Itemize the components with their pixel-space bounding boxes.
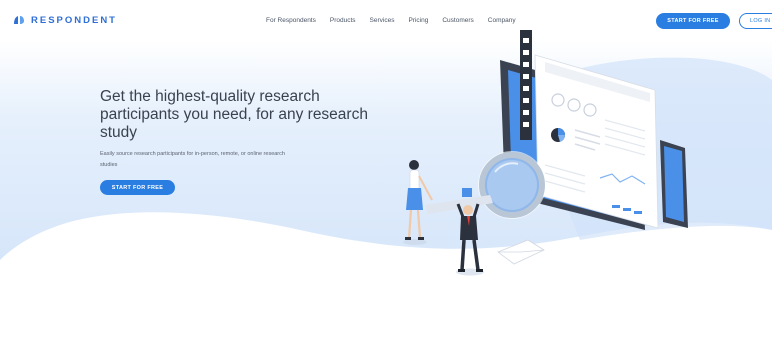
login-button[interactable]: LOG IN bbox=[739, 13, 772, 29]
nav-item-products[interactable]: Products bbox=[330, 17, 356, 24]
nav-item-company[interactable]: Company bbox=[488, 17, 516, 24]
nav-item-for-respondents[interactable]: For Respondents bbox=[266, 17, 316, 24]
nav-item-services[interactable]: Services bbox=[370, 17, 395, 24]
nav-item-customers[interactable]: Customers bbox=[442, 17, 473, 24]
site-header: RESPONDENT For Respondents Products Serv… bbox=[0, 0, 772, 42]
hero-subtitle: Easily source research participants for … bbox=[100, 151, 285, 168]
main-nav: For Respondents Products Services Pricin… bbox=[266, 17, 530, 24]
landing-page: RESPONDENT For Respondents Products Serv… bbox=[0, 0, 772, 338]
brand-logo[interactable]: RESPONDENT bbox=[12, 13, 117, 27]
respondent-logo-icon bbox=[14, 16, 24, 24]
brand-name: RESPONDENT bbox=[31, 14, 117, 26]
start-for-free-header-button[interactable]: START FOR FREE bbox=[656, 13, 730, 29]
nav-item-pricing[interactable]: Pricing bbox=[408, 17, 428, 24]
start-for-free-hero-button[interactable]: START FOR FREE bbox=[100, 180, 175, 195]
hero-title: Get the highest-quality research partici… bbox=[100, 88, 368, 141]
